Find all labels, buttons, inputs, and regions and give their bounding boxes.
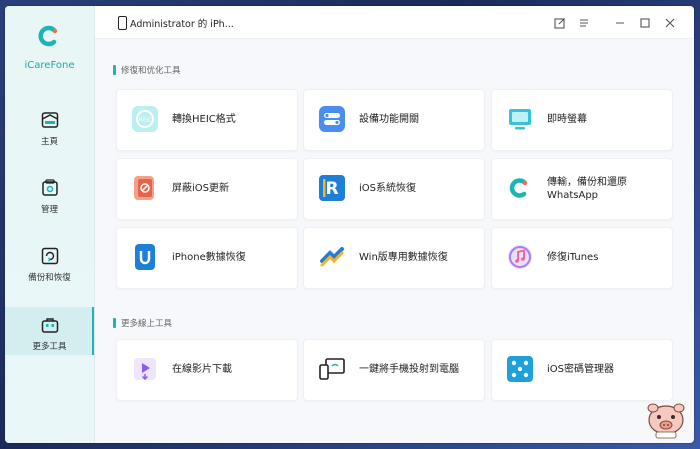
pig-mascot-watermark: [647, 403, 685, 439]
tool-card-screen-mirror[interactable]: 即時螢幕: [491, 89, 673, 151]
menu-icon[interactable]: [577, 16, 591, 30]
password-manager-icon: [507, 356, 533, 382]
tool-card-video-download[interactable]: 在線影片下載: [116, 339, 298, 401]
tool-card-device-toggle[interactable]: 設備功能開關: [303, 89, 485, 151]
video-download-icon: [134, 358, 156, 381]
tool-card-phone-to-pc[interactable]: 一鍵將手機投射到電腦: [303, 339, 485, 401]
tool-label: 一鍵將手機投射到電腦: [359, 364, 459, 375]
title-bar: Administrator 的 iPh...: [95, 6, 694, 39]
feedback-icon[interactable]: [553, 16, 567, 30]
app-name: iCareFone: [24, 60, 75, 71]
tool-label: 設備功能開關: [359, 114, 419, 125]
sidebar-item-label: 更多工具: [32, 342, 67, 352]
tool-label: 轉換HEIC格式: [172, 114, 236, 125]
tool-card-password-manager[interactable]: iOS密碼管理器: [491, 339, 673, 401]
screen-mirror-icon: [509, 109, 531, 130]
sidebar-item-more-tools[interactable]: 更多工具: [5, 307, 94, 355]
sidebar-item-label: 主頁: [40, 137, 58, 147]
tool-label: 在線影片下載: [172, 364, 232, 375]
iphone-data-recovery-icon: [135, 244, 155, 270]
tool-label: 傳輸，備份和還原 WhatsApp: [547, 176, 627, 202]
backup-restore-icon: [41, 247, 58, 265]
tool-card-system-recovery[interactable]: R iOS系統恢復: [303, 158, 485, 220]
tool-label: iOS系統恢復: [359, 183, 416, 194]
ios-system-recovery-icon: R: [319, 175, 345, 201]
close-icon[interactable]: [663, 16, 677, 30]
tool-label: 屏蔽iOS更新: [172, 183, 229, 194]
sidebar-item-backup[interactable]: 備份和恢復: [5, 246, 94, 294]
device-toggle-icon: [319, 106, 345, 132]
tool-card-heic[interactable]: HEIC 轉換HEIC格式: [116, 89, 298, 151]
heic-convert-icon: HEIC: [132, 106, 158, 132]
tool-card-whatsapp[interactable]: 傳輸，備份和還原 WhatsApp: [491, 158, 673, 220]
main-content: Administrator 的 iPh... 修復和优化工具 HEIC 轉換HE…: [95, 6, 694, 443]
app-logo: iCareFone: [5, 24, 94, 71]
section-title-online: 更多線上工具: [112, 318, 173, 329]
app-window: iCareFone 主頁 管理 備份和恢復 更多工具 Administrator…: [5, 6, 694, 443]
tool-label-line1: 傳輸，備份和還原: [547, 177, 627, 188]
tool-label: 即時螢幕: [547, 114, 587, 125]
tool-label: 修復iTunes: [547, 252, 599, 263]
phone-to-pc-icon: [319, 358, 345, 380]
whatsapp-transfer-icon: [509, 178, 528, 198]
tool-label: iPhone數據恢復: [172, 252, 246, 263]
svg-text:HEIC: HEIC: [138, 118, 151, 124]
repair-itunes-icon: [508, 245, 532, 269]
win-data-recovery-icon: [320, 247, 344, 267]
tool-card-win-recovery[interactable]: Win版專用數據恢復: [303, 227, 485, 289]
sidebar-item-label: 備份和恢復: [28, 273, 71, 283]
toolbox-icon: [41, 318, 58, 333]
svg-text:R: R: [325, 179, 338, 199]
tool-card-iphone-recovery[interactable]: iPhone數據恢復: [116, 227, 298, 289]
section-title-repair: 修復和优化工具: [113, 65, 181, 76]
maximize-icon[interactable]: [638, 16, 652, 30]
icarefone-logo-icon: [37, 25, 57, 47]
device-selector[interactable]: Administrator 的 iPh...: [130, 16, 234, 30]
tool-label-line2: WhatsApp: [547, 190, 599, 201]
sidebar-item-label: 管理: [40, 205, 58, 215]
sidebar-item-manage[interactable]: 管理: [5, 178, 94, 226]
sidebar: iCareFone 主頁 管理 備份和恢復 更多工具: [5, 6, 95, 443]
phone-icon: [118, 16, 127, 30]
tool-card-repair-itunes[interactable]: 修復iTunes: [491, 227, 673, 289]
tool-card-block-update[interactable]: 屏蔽iOS更新: [116, 158, 298, 220]
sidebar-item-home[interactable]: 主頁: [5, 110, 94, 158]
tool-label: Win版專用數據恢復: [359, 252, 448, 263]
block-ios-update-icon: [134, 176, 154, 200]
home-icon: [41, 112, 58, 128]
minimize-icon[interactable]: [613, 16, 627, 30]
manage-icon: [41, 179, 58, 196]
tool-label: iOS密碼管理器: [547, 364, 614, 375]
